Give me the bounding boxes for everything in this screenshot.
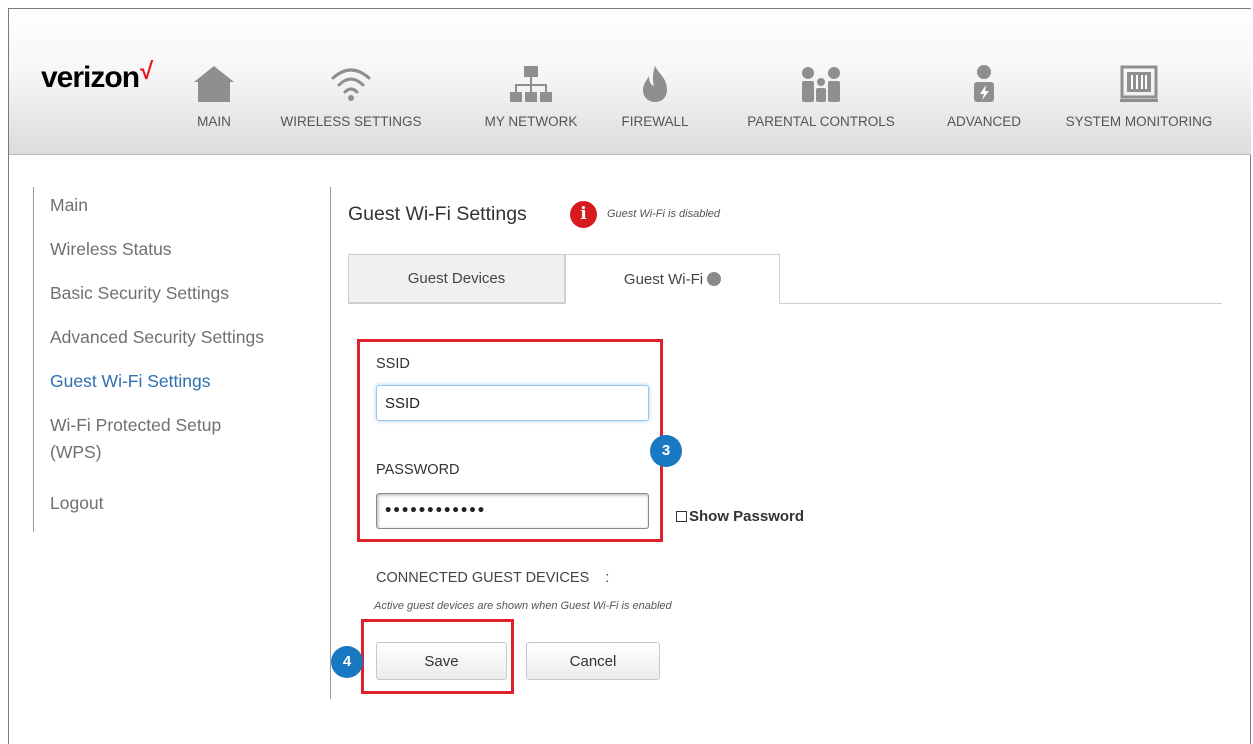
nav-label-wireless-settings: WIRELESS SETTINGS: [280, 114, 422, 129]
connected-label-text: CONNECTED GUEST DEVICES: [376, 570, 590, 586]
step-3-badge: 3: [650, 435, 682, 467]
show-password-checkbox[interactable]: Show Password: [676, 508, 804, 525]
nav-label-main: MAIN: [197, 114, 231, 129]
content-divider: [330, 187, 331, 699]
sidebar-item-guest-wifi[interactable]: Guest Wi-Fi Settings: [50, 368, 210, 395]
nav-system-monitoring[interactable]: SYSTEM MONITORING: [1049, 18, 1229, 148]
sidebar-item-wps[interactable]: Wi-Fi Protected Setup (WPS): [50, 412, 221, 466]
sidebar-item-wireless-status[interactable]: Wireless Status: [50, 236, 172, 263]
sidebar-item-basic-security[interactable]: Basic Security Settings: [50, 280, 229, 307]
tab-guest-devices[interactable]: Guest Devices: [348, 254, 565, 303]
advanced-user-icon: [962, 62, 1006, 106]
home-icon: [192, 62, 236, 106]
verizon-logo[interactable]: verizon√: [41, 58, 153, 95]
status-dot-icon: [707, 272, 722, 286]
sidebar-item-wps-label-2: (WPS): [50, 442, 102, 462]
sidebar-item-main[interactable]: Main: [50, 192, 88, 219]
sidebar-item-wps-label: Wi-Fi Protected Setup: [50, 415, 222, 435]
nav-label-parental-controls: PARENTAL CONTROLS: [747, 114, 895, 129]
tab-guest-devices-label: Guest Devices: [407, 270, 506, 287]
nav-label-system-monitoring: SYSTEM MONITORING: [1065, 114, 1213, 129]
nav-advanced[interactable]: ADVANCED: [935, 18, 1033, 148]
nav-parental-controls[interactable]: PARENTAL CONTROLS: [733, 18, 909, 148]
nav-main[interactable]: MAIN: [171, 18, 257, 148]
network-icon: [509, 62, 553, 106]
show-password-label: Show Password: [689, 508, 805, 525]
checkmark-logo-icon: √: [140, 58, 153, 85]
nav-wireless-settings[interactable]: WIRELESS SETTINGS: [271, 18, 431, 148]
sidebar-item-logout[interactable]: Logout: [50, 490, 104, 517]
connected-guest-devices-label: CONNECTED GUEST DEVICES :: [376, 570, 609, 586]
flame-icon: [633, 62, 677, 106]
save-highlight-box: [361, 619, 514, 694]
tabs-baseline: [348, 303, 1222, 304]
password-label: PASSWORD: [376, 462, 460, 478]
info-icon: i: [570, 201, 597, 228]
checkbox-icon: [676, 511, 687, 522]
nav-label-advanced: ADVANCED: [946, 114, 1021, 129]
sidebar-divider: [33, 187, 34, 532]
tab-guest-wifi[interactable]: Guest Wi-Fi: [565, 254, 780, 304]
nav-label-my-network: MY NETWORK: [484, 114, 578, 129]
ssid-input[interactable]: [376, 385, 649, 421]
cancel-button[interactable]: Cancel: [526, 642, 660, 680]
nav-label-firewall: FIREWALL: [621, 114, 689, 129]
password-input[interactable]: [376, 493, 649, 529]
wifi-icon: [329, 62, 373, 106]
top-header: verizon√ MAIN WIRELESS SETTINGS MY NETWO…: [9, 9, 1251, 155]
monitor-icon: [1117, 62, 1161, 106]
connected-devices-note: Active guest devices are shown when Gues…: [374, 600, 672, 612]
guest-wifi-status-note: Guest Wi-Fi is disabled: [607, 208, 720, 220]
page-title: Guest Wi-Fi Settings: [348, 203, 527, 225]
step-4-badge: 4: [331, 646, 363, 678]
family-icon: [799, 62, 843, 106]
sidebar-item-advanced-security[interactable]: Advanced Security Settings: [50, 324, 264, 351]
connected-label-separator: :: [605, 570, 610, 586]
nav-my-network[interactable]: MY NETWORK: [471, 18, 591, 148]
nav-firewall[interactable]: FIREWALL: [615, 18, 695, 148]
ssid-label: SSID: [376, 356, 410, 372]
tab-guest-wifi-label: Guest Wi-Fi: [623, 270, 704, 288]
